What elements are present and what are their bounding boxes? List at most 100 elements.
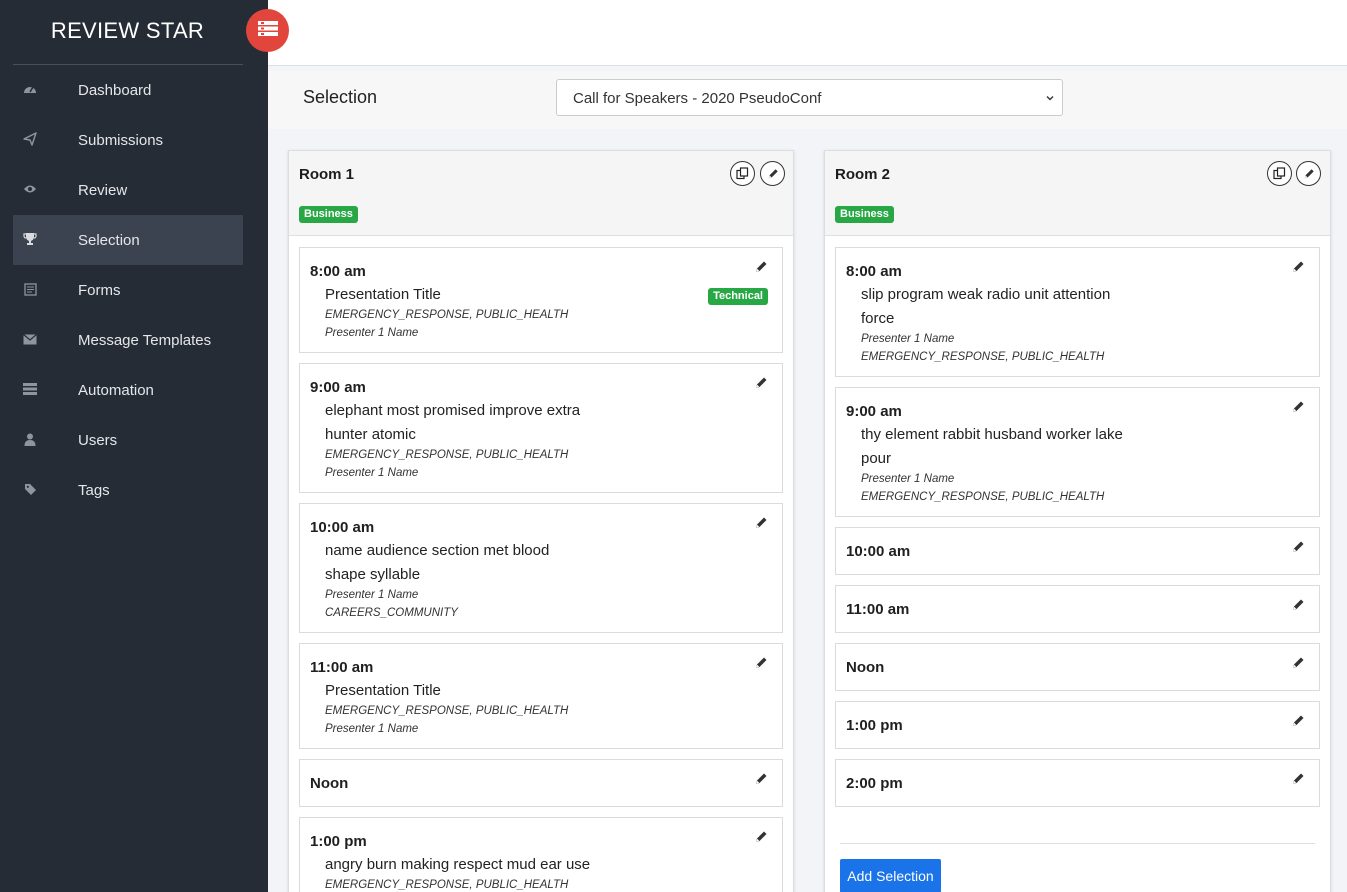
copy-room-button[interactable] (730, 161, 755, 186)
slot-time: 10:00 am (310, 519, 375, 536)
envelope-icon (23, 332, 37, 346)
time-slot[interactable]: 11:00 am (835, 585, 1320, 633)
sidebar-item-tags[interactable]: Tags (13, 465, 243, 515)
form-icon (23, 282, 37, 296)
edit-slot-icon[interactable] (754, 656, 768, 670)
slot-presenter: Presenter 1 Name (861, 473, 955, 485)
slot-tags: EMERGENCY_RESPONSE, PUBLIC_HEALTH (325, 309, 569, 321)
sidebar-item-label: Submissions (78, 131, 164, 149)
slot-presenter: Presenter 1 Name (325, 589, 419, 601)
pencil-icon (1304, 168, 1314, 178)
time-slot[interactable]: 11:00 am Presentation Title EMERGENCY_RE… (299, 643, 783, 749)
slot-time: 8:00 am (846, 263, 902, 280)
edit-slot-icon[interactable] (1291, 260, 1305, 274)
slot-title: name audience section met blood (325, 542, 550, 559)
slot-title: thy element rabbit husband worker lake (861, 426, 1123, 443)
sidebar-item-label: Review (78, 181, 128, 199)
top-bar (268, 0, 1347, 66)
edit-slot-icon[interactable] (754, 830, 768, 844)
time-slot[interactable]: Noon (835, 643, 1320, 691)
chevron-down-icon (1046, 96, 1054, 101)
slot-title: shape syllable (325, 566, 421, 583)
copy-room-button[interactable] (1267, 161, 1292, 186)
copy-icon (736, 167, 749, 180)
edit-slot-icon[interactable] (1291, 540, 1305, 554)
edit-slot-icon[interactable] (754, 516, 768, 530)
edit-slot-icon[interactable] (1291, 656, 1305, 670)
edit-room-button[interactable] (1296, 161, 1321, 186)
room-header: Room 1 Business (289, 151, 793, 236)
sidebar-item-label: Selection (78, 231, 140, 249)
room-tag-badge: Business (835, 206, 894, 223)
edit-slot-icon[interactable] (1291, 772, 1305, 786)
paper-plane-icon (23, 132, 37, 146)
slot-time: 9:00 am (846, 403, 902, 420)
technical-badge: Technical (708, 288, 768, 305)
edit-slot-icon[interactable] (754, 772, 768, 786)
slot-time: 9:00 am (310, 379, 366, 396)
edit-slot-icon[interactable] (1291, 714, 1305, 728)
trophy-icon (23, 232, 37, 246)
brand-title: REVIEW STAR (50, 18, 205, 43)
room-tag-badge: Business (299, 206, 358, 223)
edit-slot-icon[interactable] (754, 376, 768, 390)
time-slot[interactable]: 2:00 pm (835, 759, 1320, 807)
time-slot[interactable]: 9:00 am thy element rabbit husband worke… (835, 387, 1320, 517)
time-slot[interactable]: 10:00 am (835, 527, 1320, 575)
slot-title: slip program weak radio unit attention (861, 286, 1111, 303)
divider (840, 843, 1315, 844)
list-icon (23, 382, 37, 396)
slot-time: Noon (310, 775, 349, 792)
room-card: Room 2 Business 8:00 am slip program wea… (824, 150, 1331, 892)
sidebar-item-automation[interactable]: Automation (13, 365, 243, 415)
room-title: Room 2 (835, 166, 891, 183)
tag-icon (23, 482, 37, 496)
time-slot[interactable]: Noon (299, 759, 783, 807)
sidebar-item-selection[interactable]: Selection (13, 215, 243, 265)
selection-bar: Selection Call for Speakers - 2020 Pseud… (268, 71, 1347, 129)
sidebar-item-message-templates[interactable]: Message Templates (13, 315, 243, 365)
sidebar-item-users[interactable]: Users (13, 415, 243, 465)
slot-time: 8:00 am (310, 263, 366, 280)
eye-icon (23, 182, 37, 196)
slot-tags: CAREERS_COMMUNITY (325, 607, 458, 619)
sidebar-item-forms[interactable]: Forms (13, 265, 243, 315)
selection-dropdown[interactable]: Call for Speakers - 2020 PseudoConf (556, 79, 1063, 116)
slot-title: Presentation Title (325, 682, 441, 699)
edit-room-button[interactable] (760, 161, 785, 186)
slot-presenter: Presenter 1 Name (325, 327, 419, 339)
room-header: Room 2 Business (825, 151, 1330, 236)
slot-title: pour (861, 450, 892, 467)
time-slot[interactable]: 9:00 am elephant most promised improve e… (299, 363, 783, 493)
room-title: Room 1 (299, 166, 355, 183)
sidebar: REVIEW STAR Dashboard Submissions Review… (0, 0, 268, 892)
edit-slot-icon[interactable] (1291, 400, 1305, 414)
sidebar-item-review[interactable]: Review (13, 165, 243, 215)
slot-time: 11:00 am (310, 659, 374, 676)
slot-time: 2:00 pm (846, 775, 903, 792)
sidebar-item-dashboard[interactable]: Dashboard (13, 65, 243, 115)
slot-tags: EMERGENCY_RESPONSE, PUBLIC_HEALTH (325, 879, 569, 891)
slot-tags: EMERGENCY_RESPONSE, PUBLIC_HEALTH (325, 705, 569, 717)
sidebar-item-label: Dashboard (78, 81, 152, 99)
slot-presenter: Presenter 1 Name (861, 333, 955, 345)
menu-toggle-button[interactable] (246, 9, 289, 52)
time-slot[interactable]: 10:00 am name audience section met blood… (299, 503, 783, 633)
edit-slot-icon[interactable] (754, 260, 768, 274)
selection-dropdown-value: Call for Speakers - 2020 PseudoConf (573, 90, 822, 107)
slot-tags: EMERGENCY_RESPONSE, PUBLIC_HEALTH (325, 449, 569, 461)
menu-icon (257, 20, 278, 41)
slot-time: 1:00 pm (310, 833, 367, 850)
sidebar-item-submissions[interactable]: Submissions (13, 115, 243, 165)
time-slot[interactable]: 8:00 am slip program weak radio unit att… (835, 247, 1320, 377)
slot-title: Presentation Title (325, 286, 441, 303)
selection-label: Selection (303, 87, 378, 107)
time-slot[interactable]: 8:00 am Technical Presentation Title EME… (299, 247, 783, 353)
copy-icon (1273, 167, 1286, 180)
time-slot[interactable]: 1:00 pm angry burn making respect mud ea… (299, 817, 783, 892)
time-slot[interactable]: 1:00 pm (835, 701, 1320, 749)
slot-time: 10:00 am (846, 543, 911, 560)
slot-title: elephant most promised improve extra (325, 402, 581, 419)
edit-slot-icon[interactable] (1291, 598, 1305, 612)
add-selection-button[interactable]: Add Selection (840, 859, 941, 892)
